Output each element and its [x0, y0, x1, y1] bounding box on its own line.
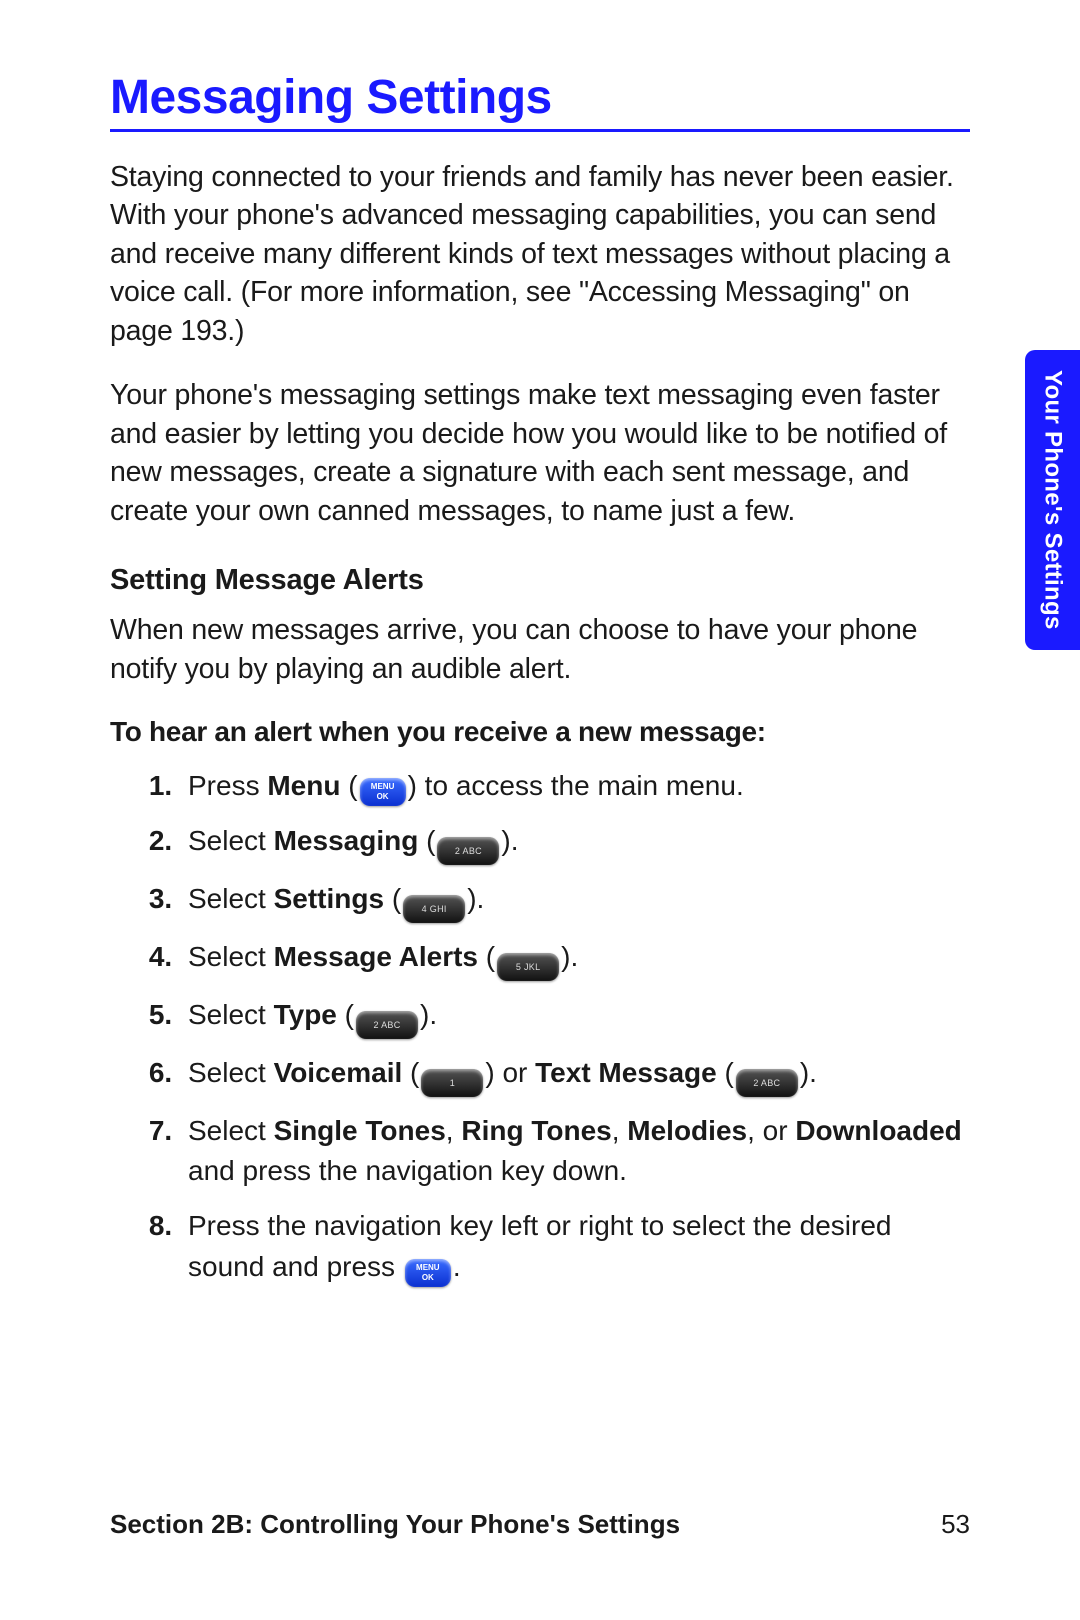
subheading: Setting Message Alerts: [110, 564, 970, 597]
intro-paragraph-2: Your phone's messaging settings make tex…: [110, 376, 970, 530]
step-4: Select Message Alerts (5 JKL).: [180, 937, 970, 981]
step-1: Press Menu (MENUOK) to access the main m…: [180, 766, 970, 807]
subheading-paragraph: When new messages arrive, you can choose…: [110, 611, 970, 688]
step-3: Select Settings (4 GHI).: [180, 879, 970, 923]
menu-ok-key-icon: MENUOK: [360, 778, 406, 806]
intro-paragraph-1: Staying connected to your friends and fa…: [110, 158, 970, 350]
step-5: Select Type (2 ABC).: [180, 995, 970, 1039]
footer-page-number: 53: [941, 1509, 970, 1540]
lead-in: To hear an alert when you receive a new …: [110, 716, 970, 748]
steps-list: Press Menu (MENUOK) to access the main m…: [110, 766, 970, 1287]
key-2-icon: 2 ABC: [356, 1011, 418, 1039]
step-8: Press the navigation key left or right t…: [180, 1206, 970, 1287]
key-2-icon: 2 ABC: [736, 1069, 798, 1097]
step-6: Select Voicemail (1) or Text Message (2 …: [180, 1053, 970, 1097]
key-4-icon: 4 GHI: [403, 895, 465, 923]
step-7: Select Single Tones, Ring Tones, Melodie…: [180, 1111, 970, 1192]
side-tab: Your Phone's Settings: [1025, 350, 1080, 650]
side-tab-label: Your Phone's Settings: [1039, 370, 1067, 630]
footer-section: Section 2B: Controlling Your Phone's Set…: [110, 1509, 680, 1540]
page-footer: Section 2B: Controlling Your Phone's Set…: [110, 1509, 970, 1540]
page-title: Messaging Settings: [110, 70, 970, 132]
key-1-icon: 1: [421, 1069, 483, 1097]
step-2: Select Messaging (2 ABC).: [180, 821, 970, 865]
key-2-icon: 2 ABC: [437, 837, 499, 865]
key-5-icon: 5 JKL: [497, 953, 559, 981]
menu-ok-key-icon: MENUOK: [405, 1259, 451, 1287]
manual-page: Messaging Settings Staying connected to …: [0, 0, 1080, 1620]
